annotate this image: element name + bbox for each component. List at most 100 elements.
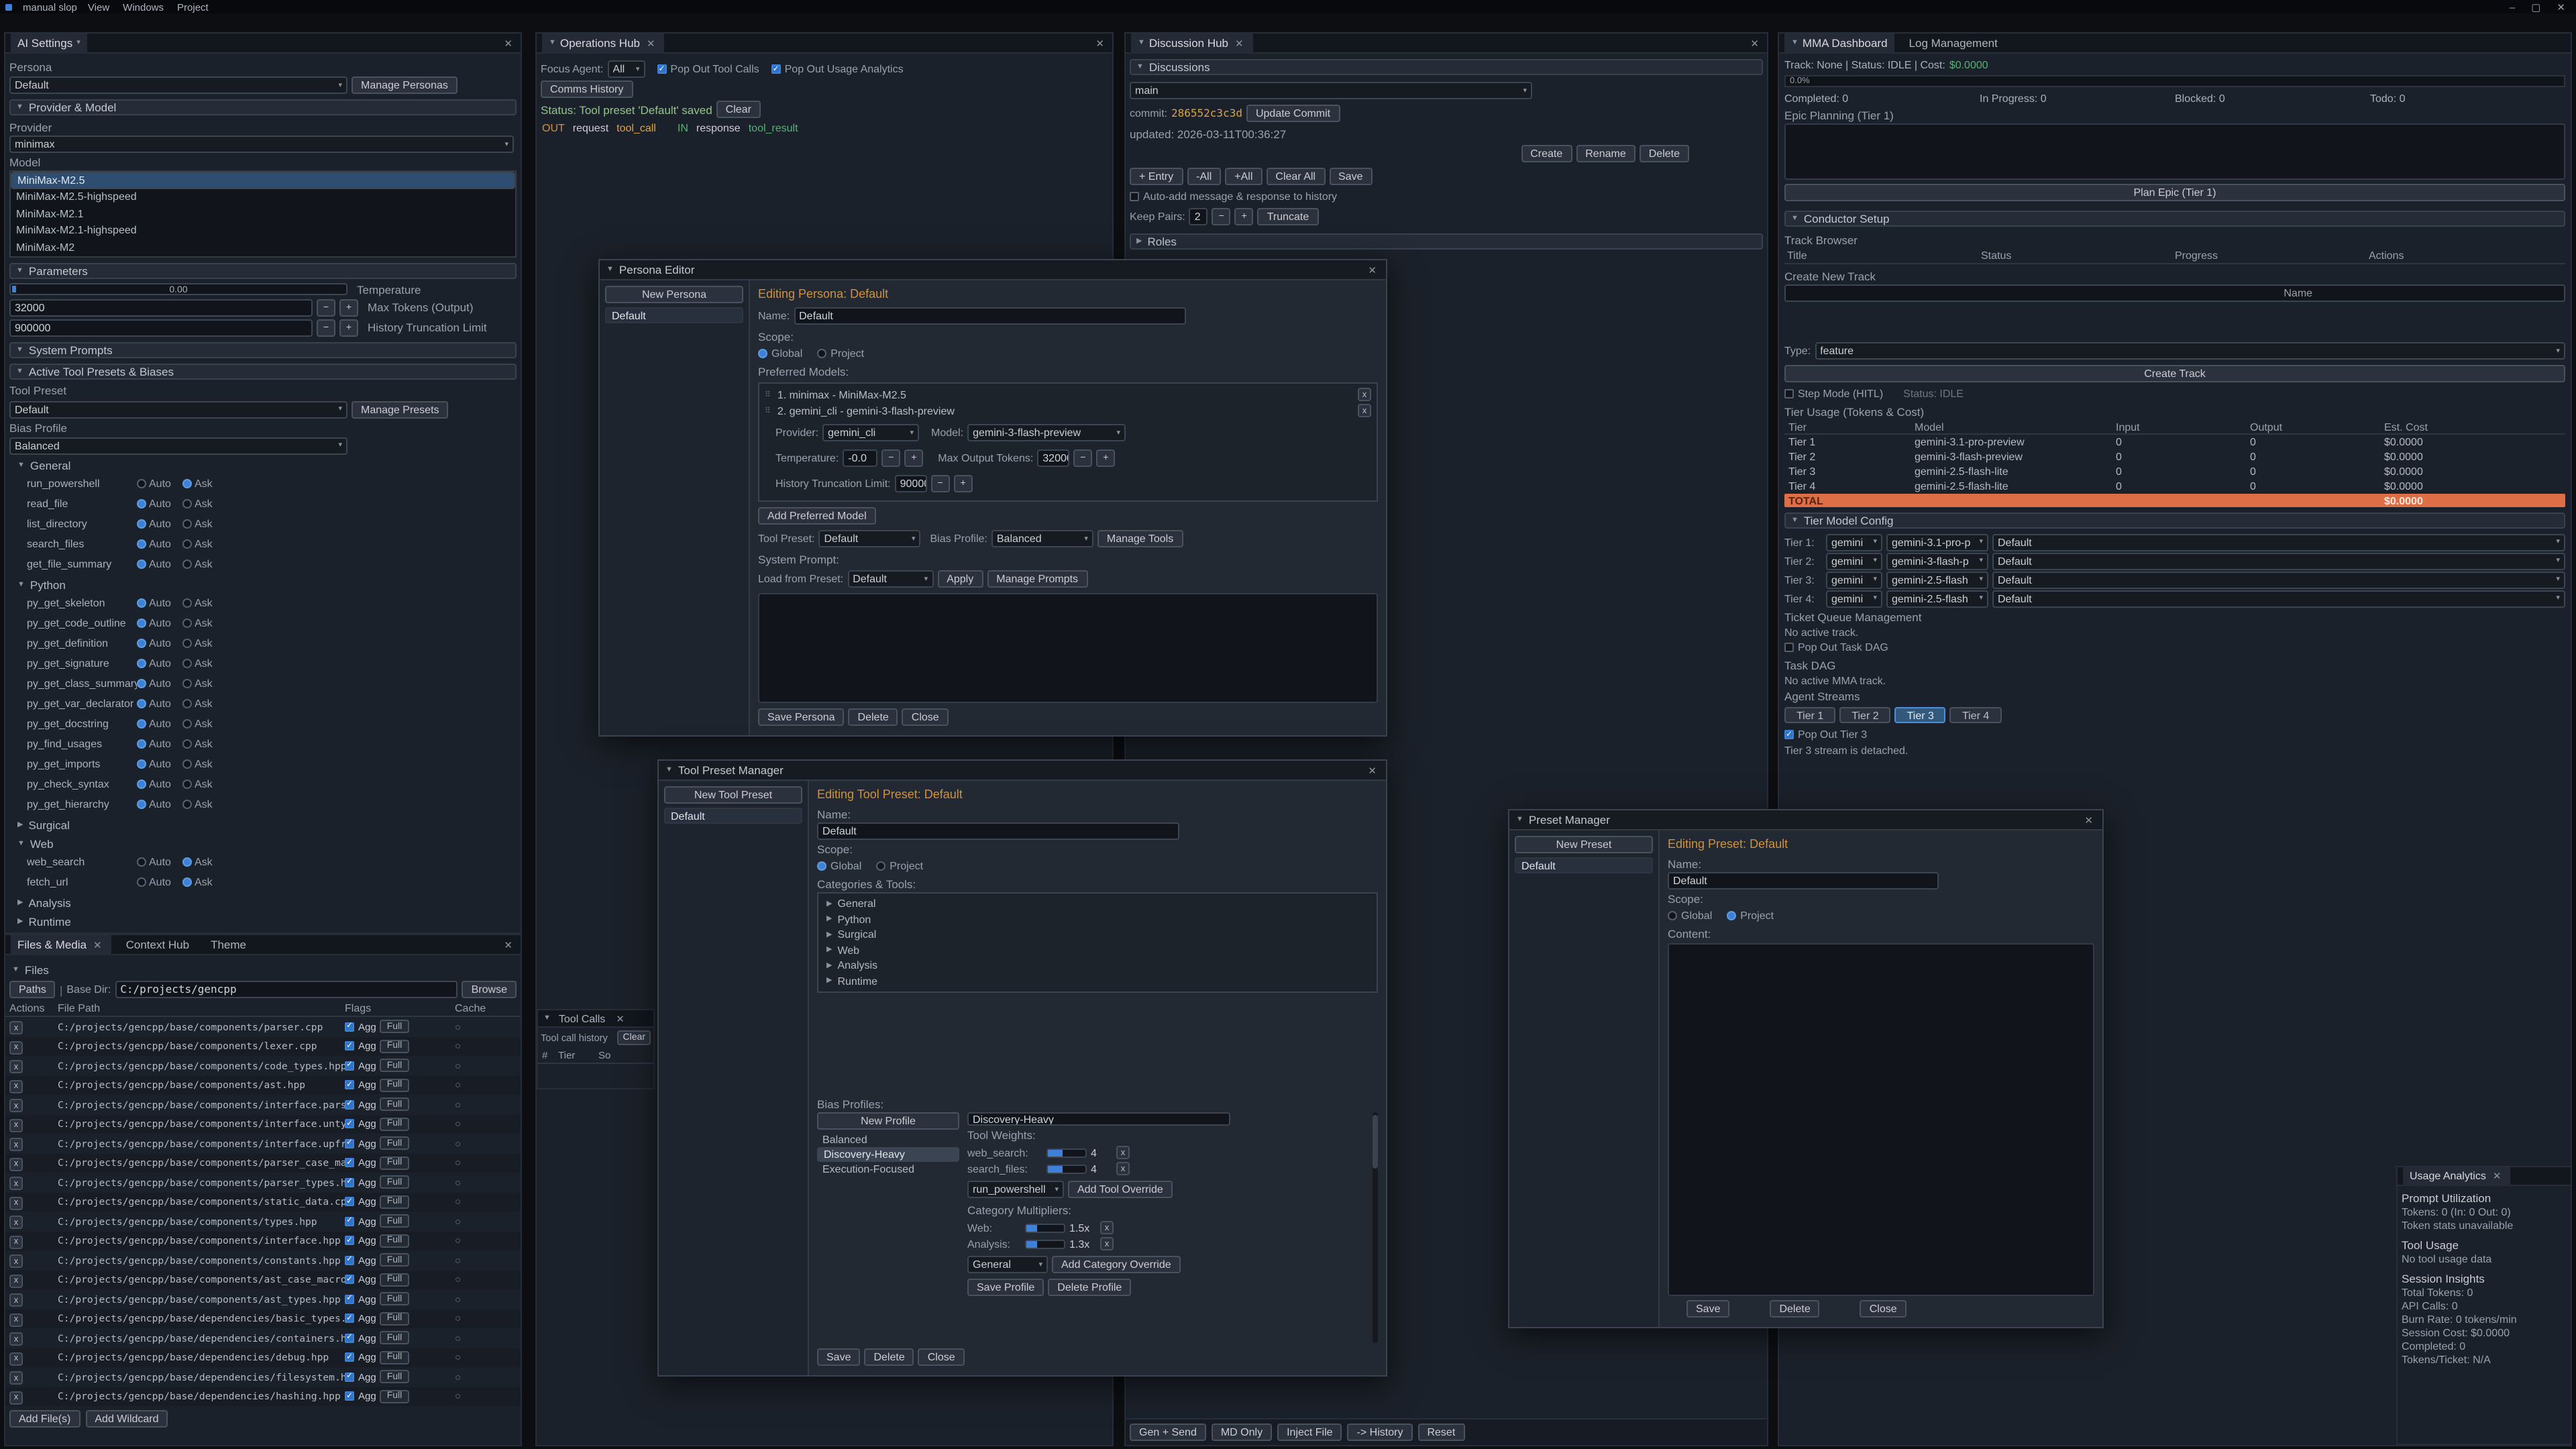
agent-stream-tab[interactable]: Tier 3 bbox=[1895, 707, 1946, 723]
decrement-button[interactable]: − bbox=[1212, 208, 1231, 225]
ask-radio[interactable] bbox=[182, 799, 192, 808]
auto-radio[interactable] bbox=[137, 519, 146, 528]
full-chip[interactable]: Full bbox=[380, 1351, 409, 1364]
clear-tool-calls-button[interactable]: Clear bbox=[618, 1030, 651, 1045]
tab-files-media[interactable]: Files & Media ✕ bbox=[11, 934, 111, 955]
section-files[interactable]: ▼ Files bbox=[9, 962, 517, 978]
close-dialog-icon[interactable]: ✕ bbox=[1365, 264, 1379, 276]
multiplier-slider[interactable] bbox=[1025, 1223, 1065, 1232]
manage-personas-button[interactable]: Manage Personas bbox=[352, 76, 458, 94]
provider-select[interactable]: minimax ▾ bbox=[9, 136, 514, 153]
remove-multiplier-button[interactable]: x bbox=[1100, 1237, 1114, 1250]
manage-tools-button[interactable]: Manage Tools bbox=[1097, 530, 1183, 547]
close-dialog-icon[interactable]: ✕ bbox=[2082, 814, 2096, 826]
close-tab-icon[interactable]: ✕ bbox=[644, 37, 658, 49]
pref-max-tokens-input[interactable]: 32000 bbox=[1037, 449, 1069, 467]
agg-checkbox[interactable] bbox=[345, 1159, 354, 1168]
full-chip[interactable]: Full bbox=[380, 1137, 409, 1150]
ask-radio[interactable] bbox=[182, 598, 192, 607]
ask-radio[interactable] bbox=[182, 498, 192, 508]
close-panel-icon[interactable]: ✕ bbox=[1093, 37, 1107, 49]
full-chip[interactable]: Full bbox=[380, 1040, 409, 1053]
preset-content-textarea[interactable] bbox=[1668, 943, 2094, 1296]
file-row[interactable]: x C:/projects/gencpp/base/components/par… bbox=[5, 1153, 521, 1173]
close-dialog-icon[interactable]: ✕ bbox=[1365, 764, 1379, 776]
pref-provider-select[interactable]: gemini_cli ▾ bbox=[822, 424, 919, 441]
file-row[interactable]: x C:/projects/gencpp/base/components/int… bbox=[5, 1095, 521, 1114]
global-radio[interactable] bbox=[817, 861, 826, 871]
save-button[interactable]: Save bbox=[1686, 1300, 1729, 1318]
increment-button[interactable]: + bbox=[954, 475, 973, 492]
auto-radio[interactable] bbox=[137, 658, 146, 667]
full-chip[interactable]: Full bbox=[380, 1390, 409, 1403]
persona-name-input[interactable]: Default bbox=[794, 307, 1185, 325]
tier-preset-select[interactable]: Default ▾ bbox=[1992, 590, 2565, 607]
pop-out-tier3-checkbox[interactable] bbox=[1784, 730, 1794, 739]
tool-group-surgical[interactable]: ▶ Surgical bbox=[9, 816, 517, 833]
add-entry-button[interactable]: + Entry bbox=[1130, 168, 1183, 185]
base-dir-input[interactable]: C:/projects/gencpp bbox=[115, 981, 458, 998]
preferred-model-row[interactable]: ⠿ 2. gemini_cli - gemini-3-flash-preview… bbox=[762, 402, 1374, 419]
close-tab-icon[interactable]: ✕ bbox=[1232, 37, 1246, 49]
pop-out-tool-calls-checkbox[interactable] bbox=[657, 64, 666, 74]
pref-model-select[interactable]: gemini-3-flash-preview ▾ bbox=[967, 424, 1126, 441]
agg-checkbox[interactable] bbox=[345, 1275, 354, 1285]
delete-profile-button[interactable]: Delete Profile bbox=[1048, 1279, 1131, 1296]
auto-radio[interactable] bbox=[137, 478, 146, 488]
section-provider-model[interactable]: ▼ Provider & Model bbox=[9, 99, 517, 115]
tool-group-web[interactable]: ▼ Web bbox=[9, 835, 517, 851]
ask-radio[interactable] bbox=[182, 779, 192, 788]
increment-button[interactable]: + bbox=[904, 449, 923, 467]
tool-preset-select[interactable]: Default ▾ bbox=[9, 400, 347, 418]
step-mode-checkbox[interactable] bbox=[1784, 389, 1794, 398]
tier-preset-select[interactable]: Default ▾ bbox=[1992, 571, 2565, 588]
project-radio[interactable] bbox=[876, 861, 885, 871]
full-chip[interactable]: Full bbox=[380, 1176, 409, 1189]
close-panel-icon[interactable]: ✕ bbox=[1748, 37, 1762, 49]
preset-list-item[interactable]: Default bbox=[1515, 857, 1653, 873]
tab-ai-settings[interactable]: AI Settings ▾ bbox=[11, 33, 87, 53]
preset-name-input[interactable]: Default bbox=[817, 822, 1179, 840]
remove-file-button[interactable]: x bbox=[9, 1021, 23, 1034]
menu-item[interactable]: Windows bbox=[123, 1, 164, 13]
discussion-footer-button[interactable]: Inject File bbox=[1277, 1424, 1342, 1441]
discussion-footer-button[interactable]: -> History bbox=[1348, 1424, 1413, 1441]
category-row[interactable]: ▶ Runtime bbox=[821, 973, 1374, 989]
file-row[interactable]: x C:/projects/gencpp/base/components/int… bbox=[5, 1114, 521, 1134]
close-button[interactable]: Close bbox=[1860, 1300, 1907, 1318]
tier-preset-select[interactable]: Default ▾ bbox=[1992, 533, 2565, 551]
bias-profile-item[interactable]: Balanced bbox=[817, 1132, 959, 1147]
ask-radio[interactable] bbox=[182, 759, 192, 768]
update-commit-button[interactable]: Update Commit bbox=[1246, 105, 1340, 122]
close-tab-icon[interactable]: ✕ bbox=[2490, 1170, 2504, 1182]
section-conductor-setup[interactable]: ▼ Conductor Setup bbox=[1784, 211, 2565, 227]
bias-profile-select[interactable]: Balanced ▾ bbox=[9, 437, 347, 454]
close-button[interactable]: Close bbox=[918, 1348, 965, 1366]
full-chip[interactable]: Full bbox=[380, 1234, 409, 1248]
discussion-footer-button[interactable]: MD Only bbox=[1212, 1424, 1272, 1441]
agg-checkbox[interactable] bbox=[345, 1373, 354, 1382]
increment-button[interactable]: + bbox=[339, 299, 358, 316]
model-option[interactable]: MiniMax-M2 bbox=[11, 239, 515, 256]
tab-context-hub[interactable]: Context Hub bbox=[119, 934, 197, 955]
manage-prompts-button[interactable]: Manage Prompts bbox=[987, 570, 1087, 588]
ask-radio[interactable] bbox=[182, 618, 192, 627]
pop-out-task-dag-checkbox[interactable] bbox=[1784, 643, 1794, 652]
full-chip[interactable]: Full bbox=[380, 1332, 409, 1345]
new-profile-button[interactable]: New Profile bbox=[817, 1112, 959, 1130]
truncate-button[interactable]: Truncate bbox=[1258, 208, 1319, 225]
file-row[interactable]: x C:/projects/gencpp/base/components/sta… bbox=[5, 1192, 521, 1212]
plus-all-button[interactable]: +All bbox=[1225, 168, 1262, 185]
persona-bias-select[interactable]: Balanced ▾ bbox=[991, 530, 1093, 547]
remove-file-button[interactable]: x bbox=[9, 1313, 23, 1326]
file-row[interactable]: x C:/projects/gencpp/base/components/par… bbox=[5, 1017, 521, 1036]
history-limit-input[interactable]: 900000 bbox=[9, 319, 313, 336]
ask-radio[interactable] bbox=[182, 478, 192, 488]
close-tab-icon[interactable]: ✕ bbox=[91, 938, 105, 951]
remove-file-button[interactable]: x bbox=[9, 1391, 23, 1404]
tab-theme[interactable]: Theme bbox=[204, 934, 253, 955]
create-discussion-button[interactable]: Create bbox=[1521, 145, 1572, 162]
remove-file-button[interactable]: x bbox=[9, 1293, 23, 1307]
full-chip[interactable]: Full bbox=[380, 1254, 409, 1267]
menu-item[interactable]: Project bbox=[177, 1, 209, 13]
